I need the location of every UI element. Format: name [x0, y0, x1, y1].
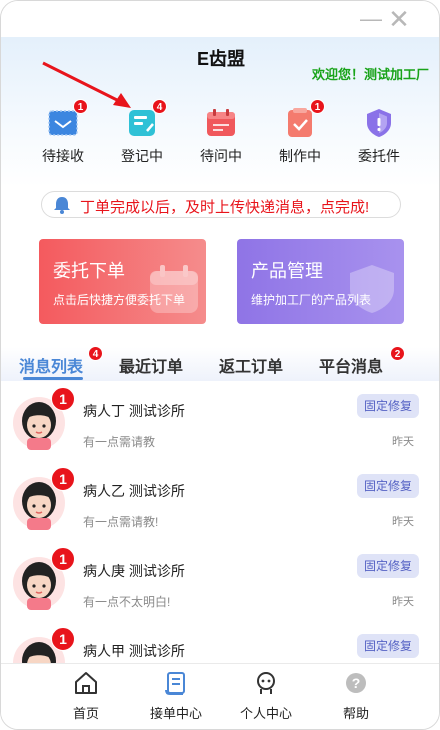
minimize-icon[interactable]: — [359, 7, 383, 31]
message-time: 昨天 [392, 516, 414, 528]
unread-badge: 1 [51, 387, 75, 411]
message-tabs: 消息列表 4 最近订单 返工订单 平台消息 2 [1, 346, 439, 381]
unread-badge: 1 [51, 467, 75, 491]
production-icon: 1 [283, 99, 325, 139]
quick-action-label: 委托件 [358, 148, 400, 164]
app-window: — ✕ E齿盟 欢迎您！测试加工厂 1 待接收 4 登记中 待问中 1 制作中 … [0, 0, 440, 730]
close-icon[interactable]: ✕ [387, 6, 411, 32]
tab-label: 消息列表 [19, 359, 84, 376]
quick-action-in-production[interactable]: 1 制作中 [265, 99, 335, 166]
welcome-text: 欢迎您！测试加工厂 [311, 67, 429, 82]
quick-action-row: 1 待接收 4 登记中 待问中 1 制作中 委托件 [1, 99, 439, 202]
active-tab-indicator [23, 377, 83, 380]
list-item[interactable]: 1 病人丁 测试诊所 固定修复 有一点需请教 昨天 [1, 383, 439, 463]
message-time: 昨天 [392, 436, 414, 448]
window-titlebar: — ✕ [1, 1, 439, 37]
annotation-arrow [42, 61, 131, 108]
product-management-card[interactable]: 产品管理 维护加工厂的产品列表 [237, 239, 404, 324]
calendar-icon [150, 265, 198, 313]
nav-label: 个人中心 [239, 706, 292, 721]
nav-help[interactable]: ? 帮助 [316, 670, 396, 722]
tab-rework-orders[interactable]: 返工订单 [219, 353, 283, 377]
unread-badge: 1 [51, 547, 75, 571]
message-tag[interactable]: 固定修复 [357, 474, 419, 498]
message-preview: 有一点需请教 [83, 435, 156, 449]
message-tag[interactable]: 固定修复 [357, 634, 419, 658]
user-icon [257, 672, 275, 694]
message-tag[interactable]: 固定修复 [357, 554, 419, 578]
nav-label: 帮助 [342, 706, 369, 721]
message-sender: 病人丁 测试诊所 [83, 403, 185, 419]
tab-recent-orders[interactable]: 最近订单 [119, 353, 183, 377]
message-time: 昨天 [392, 596, 414, 608]
inbox-icon: 1 [46, 99, 88, 139]
header: E齿盟 欢迎您！测试加工厂 1 待接收 4 登记中 待问中 1 制作中 委托件 [1, 37, 439, 187]
message-preview: 有一点不太明白! [83, 595, 171, 609]
notice-bar[interactable]: 丁单完成以后，及时上传快递消息，点完成! [41, 191, 401, 218]
nav-home[interactable]: 首页 [46, 670, 126, 722]
nav-label: 首页 [72, 706, 99, 721]
quick-action-label: 待问中 [200, 148, 242, 164]
quick-action-label: 登记中 [121, 148, 163, 164]
message-preview: 有一点需请教! [83, 515, 159, 529]
order-center-icon [165, 672, 185, 695]
quick-action-pending-receive[interactable]: 1 待接收 [28, 99, 98, 166]
entrust-order-card[interactable]: 委托下单 点击后快捷方便委托下单 [39, 239, 206, 324]
nav-order-center[interactable]: 接单中心 [136, 670, 216, 722]
quick-action-inquiry[interactable]: 待问中 [186, 107, 256, 166]
quick-action-label: 制作中 [279, 148, 321, 164]
badge: 2 [390, 346, 405, 361]
bottom-nav: 首页 接单中心 个人中心 ? 帮助 [1, 663, 439, 729]
card-title: 委托下单 [53, 261, 125, 281]
help-icon: ? [346, 673, 366, 693]
list-item[interactable]: 1 病人乙 测试诊所 固定修复 有一点需请教! 昨天 [1, 463, 439, 543]
message-list: 1 病人丁 测试诊所 固定修复 有一点需请教 昨天 1 病人乙 测试诊所 固定修… [1, 383, 439, 663]
home-icon [75, 672, 97, 694]
message-sender: 病人甲 测试诊所 [83, 643, 185, 659]
tab-message-list[interactable]: 消息列表 [19, 353, 83, 377]
bell-icon [54, 197, 70, 214]
badge: 1 [310, 99, 325, 114]
register-icon: 4 [125, 99, 167, 139]
card-title: 产品管理 [251, 261, 323, 281]
message-sender: 病人乙 测试诊所 [83, 483, 185, 499]
unread-badge: 1 [51, 627, 75, 651]
tab-label: 最近订单 [119, 359, 184, 376]
tab-label: 返工订单 [219, 359, 284, 376]
message-tag[interactable]: 固定修复 [357, 394, 419, 418]
calendar-icon [204, 107, 238, 139]
shield-icon [350, 265, 394, 313]
svg-text:?: ? [352, 675, 361, 691]
shield-icon [362, 107, 396, 139]
tab-platform-messages[interactable]: 平台消息 [319, 353, 383, 377]
quick-action-label: 待接收 [42, 148, 84, 164]
badge: 4 [88, 346, 103, 361]
badge: 4 [152, 99, 167, 114]
message-sender: 病人庚 测试诊所 [83, 563, 185, 579]
nav-personal-center[interactable]: 个人中心 [226, 670, 306, 722]
notice-text: 丁单完成以后，及时上传快递消息，点完成! [80, 199, 370, 216]
quick-action-entrusted[interactable]: 委托件 [344, 107, 414, 166]
list-item[interactable]: 1 病人甲 测试诊所 固定修复 [1, 623, 439, 663]
list-item[interactable]: 1 病人庚 测试诊所 固定修复 有一点不太明白! 昨天 [1, 543, 439, 623]
quick-action-registering[interactable]: 4 登记中 [107, 99, 177, 166]
tab-label: 平台消息 [319, 359, 384, 376]
nav-label: 接单中心 [149, 706, 202, 721]
